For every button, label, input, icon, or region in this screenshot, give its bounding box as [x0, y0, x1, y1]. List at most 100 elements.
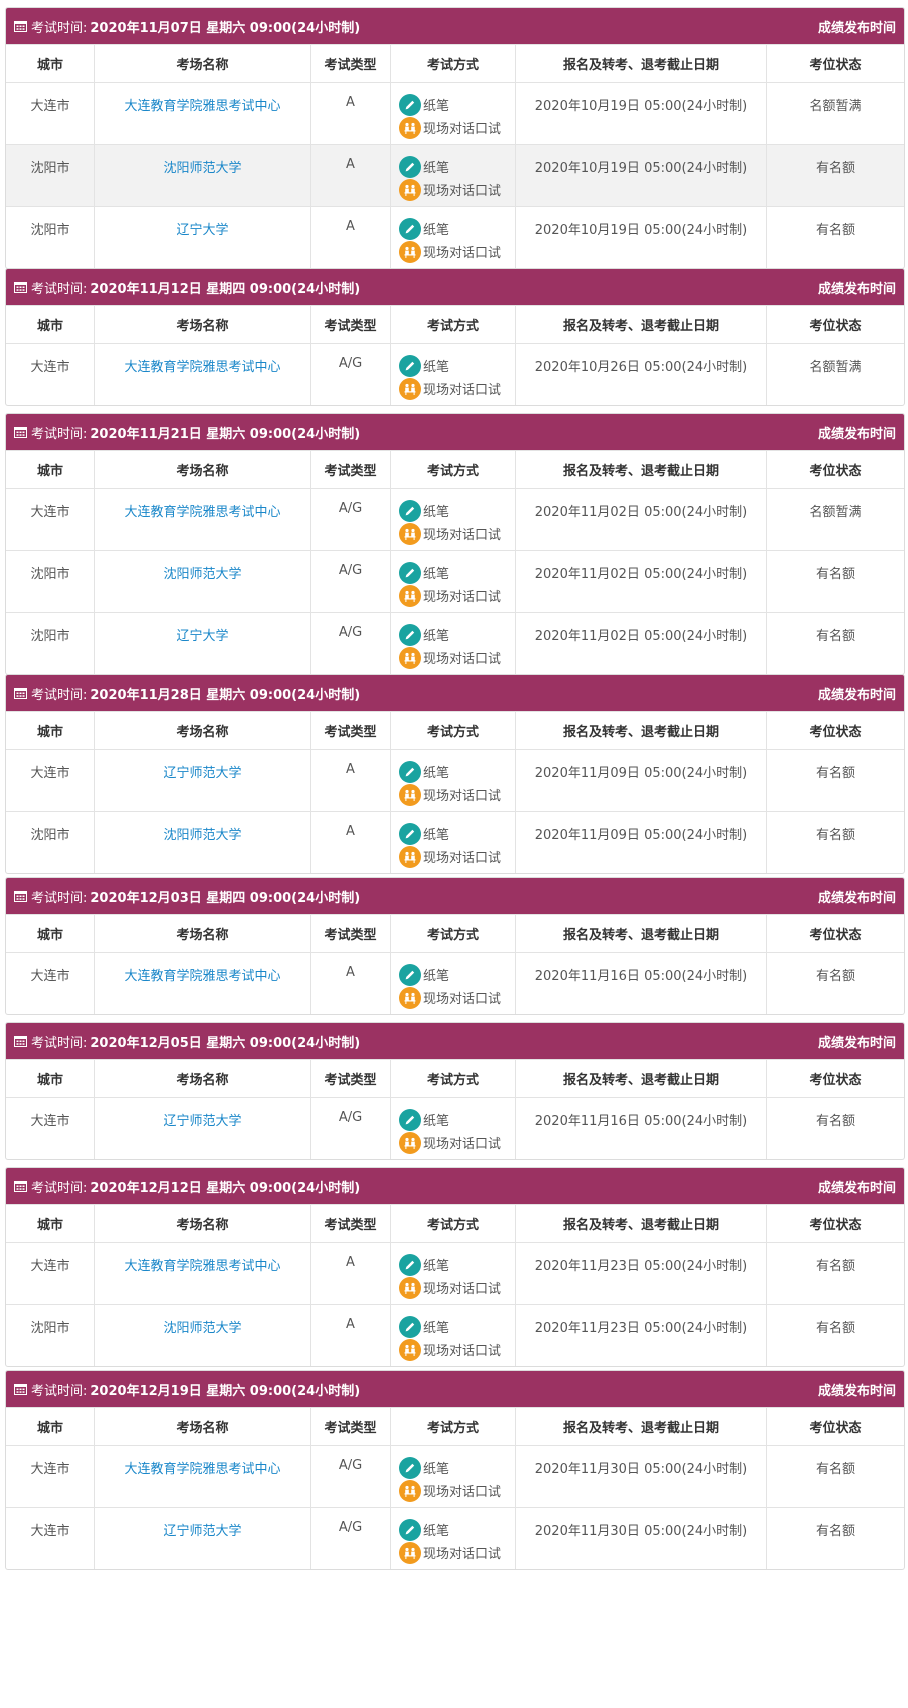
exam-time-value: 2020年12月05日 星期六 09:00(24小时制) [90, 1035, 361, 1051]
results-release-link[interactable]: 成绩发布时间 [818, 1177, 896, 1196]
column-header-city: 城市 [36, 464, 63, 479]
city-cell: 大连市 [30, 99, 70, 114]
method-speaking-label: 现场对话口试 [423, 1485, 502, 1500]
venue-link[interactable]: 辽宁大学 [176, 219, 228, 238]
pencil-icon [399, 760, 421, 783]
exam-method-cell: 纸笔 现场对话口试 [390, 489, 515, 550]
exam-type-cell: A [310, 83, 390, 144]
venue-link[interactable]: 辽宁师范大学 [163, 1110, 241, 1129]
table-row: 沈阳市 辽宁大学 A 纸笔 现场对话口试 2020年10月19日 05:00(2… [6, 206, 904, 268]
session-header: 考试时间: 2020年11月28日 星期六 09:00(24小时制) 成绩发布时… [6, 675, 904, 711]
venue-link[interactable]: 沈阳师范大学 [163, 563, 241, 582]
calendar-icon [14, 687, 27, 699]
deadline-cell: 2020年10月19日 05:00(24小时制) [515, 83, 766, 144]
pencil-icon [399, 1253, 421, 1276]
results-release-link[interactable]: 成绩发布时间 [818, 278, 896, 297]
exam-time-value: 2020年11月21日 星期六 09:00(24小时制) [90, 426, 361, 442]
column-header-method: 考试方式 [390, 45, 515, 82]
pencil-icon [399, 1518, 421, 1541]
method-paper-label: 纸笔 [423, 161, 450, 176]
exam-time-label: 考试时间: [31, 20, 88, 36]
venue-link[interactable]: 大连教育学院雅思考试中心 [124, 501, 280, 520]
deadline-cell: 2020年10月26日 05:00(24小时制) [515, 344, 766, 405]
calendar-icon [14, 1180, 27, 1192]
seat-status-cell: 有名额 [766, 1508, 904, 1569]
table-row: 大连市 大连教育学院雅思考试中心 A/G 纸笔 现场对话口试 2020年11月3… [6, 1445, 904, 1507]
column-header-type: 考试类型 [310, 1408, 390, 1445]
seat-status-cell: 有名额 [766, 613, 904, 674]
method-speaking-label: 现场对话口试 [423, 528, 502, 543]
venue-link[interactable]: 大连教育学院雅思考试中心 [124, 1255, 280, 1274]
city-cell: 大连市 [30, 969, 70, 984]
column-header-city: 城市 [36, 1218, 63, 1233]
column-header-status: 考位状态 [766, 45, 904, 82]
table-row: 沈阳市 沈阳师范大学 A 纸笔 现场对话口试 2020年11月23日 05:00… [6, 1304, 904, 1366]
method-paper-label: 纸笔 [423, 766, 450, 781]
exam-time-value: 2020年11月28日 星期六 09:00(24小时制) [90, 687, 361, 703]
exam-type-cell: A/G [310, 489, 390, 550]
method-speaking-label: 现场对话口试 [423, 1282, 502, 1297]
exam-method-cell: 纸笔 现场对话口试 [390, 145, 515, 206]
table-row: 大连市 大连教育学院雅思考试中心 A/G 纸笔 现场对话口试 2020年11月0… [6, 488, 904, 550]
method-paper-label: 纸笔 [423, 360, 450, 375]
column-header-venue: 考场名称 [94, 1060, 310, 1097]
column-header-city: 城市 [36, 725, 63, 740]
pencil-icon [399, 963, 421, 986]
seat-status-cell: 名额暂满 [766, 489, 904, 550]
results-release-link[interactable]: 成绩发布时间 [818, 423, 896, 442]
venue-link[interactable]: 沈阳师范大学 [163, 824, 241, 843]
exam-session-card: 考试时间: 2020年12月03日 星期四 09:00(24小时制) 成绩发布时… [5, 877, 905, 1015]
column-header-type: 考试类型 [310, 712, 390, 749]
face-to-face-icon [399, 116, 421, 139]
column-header-venue: 考场名称 [94, 45, 310, 82]
method-paper-label: 纸笔 [423, 629, 450, 644]
column-header-method: 考试方式 [390, 712, 515, 749]
exam-session-card: 考试时间: 2020年11月07日 星期六 09:00(24小时制) 成绩发布时… [5, 7, 905, 269]
column-header-venue: 考场名称 [94, 306, 310, 343]
deadline-cell: 2020年11月16日 05:00(24小时制) [515, 953, 766, 1014]
table-row: 沈阳市 沈阳师范大学 A 纸笔 现场对话口试 2020年11月09日 05:00… [6, 811, 904, 873]
exam-type-cell: A/G [310, 1446, 390, 1507]
table-row: 大连市 大连教育学院雅思考试中心 A 纸笔 现场对话口试 2020年10月19日… [6, 82, 904, 144]
method-paper-label: 纸笔 [423, 1321, 450, 1336]
venue-link[interactable]: 沈阳师范大学 [163, 1317, 241, 1336]
venue-link[interactable]: 大连教育学院雅思考试中心 [124, 1458, 280, 1477]
exam-time-label: 考试时间: [31, 687, 88, 703]
exam-type-cell: A/G [310, 613, 390, 674]
results-release-link[interactable]: 成绩发布时间 [818, 684, 896, 703]
city-cell: 大连市 [30, 360, 70, 375]
exam-time-value: 2020年11月07日 星期六 09:00(24小时制) [90, 20, 361, 36]
method-paper-label: 纸笔 [423, 99, 450, 114]
table-header: 城市 考场名称 考试类型 考试方式 报名及转考、退考截止日期 考位状态 [6, 711, 904, 749]
venue-link[interactable]: 大连教育学院雅思考试中心 [124, 95, 280, 114]
venue-link[interactable]: 沈阳师范大学 [163, 157, 241, 176]
method-paper-label: 纸笔 [423, 567, 450, 582]
pencil-icon [399, 1315, 421, 1338]
pencil-icon [399, 354, 421, 377]
column-header-deadline: 报名及转考、退考截止日期 [515, 1408, 766, 1445]
city-cell: 大连市 [30, 505, 70, 520]
venue-link[interactable]: 大连教育学院雅思考试中心 [124, 356, 280, 375]
column-header-city: 城市 [36, 1421, 63, 1436]
deadline-cell: 2020年11月09日 05:00(24小时制) [515, 812, 766, 873]
results-release-link[interactable]: 成绩发布时间 [818, 887, 896, 906]
city-cell: 大连市 [30, 1524, 70, 1539]
exam-method-cell: 纸笔 现场对话口试 [390, 953, 515, 1014]
method-speaking-label: 现场对话口试 [423, 246, 502, 261]
venue-link[interactable]: 辽宁师范大学 [163, 1520, 241, 1539]
venue-link[interactable]: 大连教育学院雅思考试中心 [124, 965, 280, 984]
results-release-link[interactable]: 成绩发布时间 [818, 17, 896, 36]
column-header-city: 城市 [36, 319, 63, 334]
deadline-cell: 2020年10月19日 05:00(24小时制) [515, 207, 766, 268]
seat-status-cell: 有名额 [766, 1098, 904, 1159]
face-to-face-icon [399, 377, 421, 400]
method-speaking-label: 现场对话口试 [423, 652, 502, 667]
venue-link[interactable]: 辽宁师范大学 [163, 762, 241, 781]
venue-link[interactable]: 辽宁大学 [176, 625, 228, 644]
results-release-link[interactable]: 成绩发布时间 [818, 1380, 896, 1399]
results-release-link[interactable]: 成绩发布时间 [818, 1032, 896, 1051]
exam-type-cell: A/G [310, 1508, 390, 1569]
session-header: 考试时间: 2020年11月12日 星期四 09:00(24小时制) 成绩发布时… [6, 269, 904, 305]
exam-time-label: 考试时间: [31, 1180, 88, 1196]
column-header-venue: 考场名称 [94, 1205, 310, 1242]
